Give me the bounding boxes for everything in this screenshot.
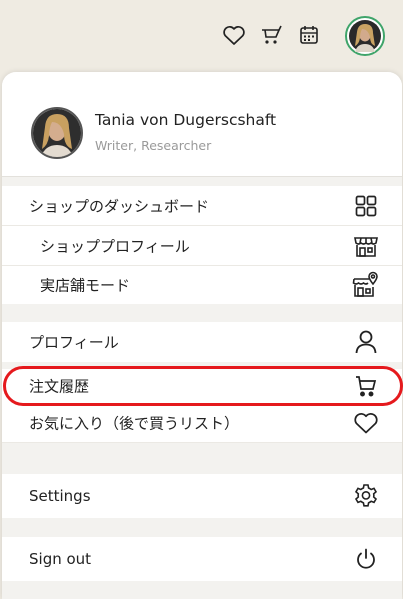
menu-item-settings[interactable]: Settings (2, 474, 402, 518)
heart-icon[interactable] (221, 22, 247, 48)
menu-item-label: ショッププロフィール (40, 237, 190, 255)
user-role: Writer, Researcher (95, 138, 212, 153)
menu-item-label: Sign out (29, 550, 92, 568)
menu-item-label: 注文履歴 (29, 377, 90, 396)
store-location-icon (352, 271, 380, 299)
menu-item-label: Settings (29, 487, 91, 505)
menu-item-order-history[interactable]: 注文履歴 (2, 369, 402, 403)
menu-item-sign-out[interactable]: Sign out (2, 537, 402, 581)
menu-item-profile[interactable]: プロフィール (2, 322, 402, 362)
user-name: Tania von Dugerscshaft (95, 111, 277, 129)
avatar[interactable] (345, 16, 385, 56)
menu-item-shop-dashboard[interactable]: ショップのダッシュボード (2, 186, 402, 226)
cart-icon[interactable] (259, 22, 285, 48)
menu-item-favorites[interactable]: お気に入り（後で買うリスト） (2, 403, 402, 443)
user-avatar (31, 107, 83, 159)
menu-item-label: ショップのダッシュボード (29, 197, 210, 215)
cart-icon (352, 372, 380, 400)
gear-icon (352, 482, 380, 510)
menu-item-label: お気に入り（後で買うリスト） (29, 414, 240, 432)
top-bar (0, 0, 403, 72)
power-icon (352, 545, 380, 573)
menu-item-shop-profile[interactable]: ショッププロフィール (2, 226, 402, 266)
menu-item-label: 実店舗モード (40, 276, 131, 295)
calendar-icon[interactable] (296, 22, 322, 48)
storefront-icon (352, 232, 380, 260)
user-card: Tania von Dugerscshaft Writer, Researche… (2, 72, 402, 177)
account-menu: Tania von Dugerscshaft Writer, Researche… (2, 72, 402, 599)
user-icon (352, 328, 380, 356)
heart-icon (352, 409, 380, 437)
menu-item-physical-store-mode[interactable]: 実店舗モード (2, 266, 402, 304)
grid-icon (352, 192, 380, 220)
menu-item-label: プロフィール (29, 333, 119, 352)
